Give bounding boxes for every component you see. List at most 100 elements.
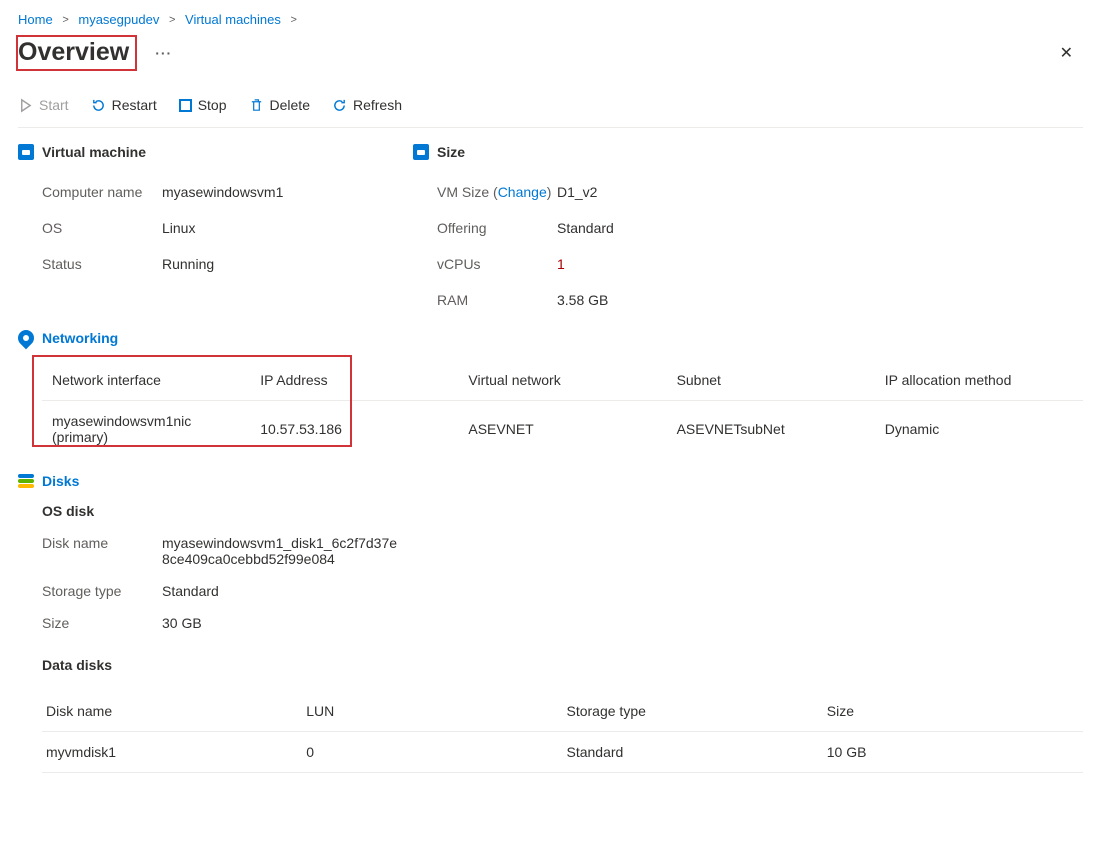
vnet-header: Virtual network bbox=[458, 360, 666, 401]
subnet-header: Subnet bbox=[667, 360, 875, 401]
computer-name-value: myasewindowsvm1 bbox=[162, 184, 283, 200]
networking-header-row: Network interface IP Address Virtual net… bbox=[42, 360, 1083, 401]
computer-name-row: Computer name myasewindowsvm1 bbox=[18, 174, 373, 210]
breadcrumb-resource[interactable]: myasegpudev bbox=[78, 12, 159, 27]
size-row: Size 30 GB bbox=[42, 607, 1083, 639]
page-title: Overview bbox=[16, 35, 137, 71]
network-icon bbox=[15, 327, 38, 350]
data-disk-storage-value: Standard bbox=[563, 732, 823, 773]
data-disk-lun-header: LUN bbox=[302, 691, 562, 732]
close-button[interactable]: ✕ bbox=[1050, 37, 1083, 69]
data-disk-row[interactable]: myvmdisk1 0 Standard 10 GB bbox=[42, 732, 1083, 773]
status-row: Status Running bbox=[18, 246, 373, 282]
chevron-right-icon: > bbox=[291, 14, 297, 26]
networking-section-header[interactable]: Networking bbox=[18, 330, 1083, 346]
title-wrap: Overview ··· bbox=[18, 35, 178, 71]
refresh-label: Refresh bbox=[353, 97, 402, 113]
disk-name-row: Disk name myasewindowsvm1_disk1_6c2f7d37… bbox=[42, 527, 1083, 575]
disks-section: OS disk Disk name myasewindowsvm1_disk1_… bbox=[42, 503, 1083, 773]
ram-row: RAM 3.58 GB bbox=[413, 282, 768, 318]
networking-section: Network interface IP Address Virtual net… bbox=[42, 360, 1083, 457]
disk-name-value: myasewindowsvm1_disk1_6c2f7d37e8ce409ca0… bbox=[162, 535, 402, 567]
data-disk-name-value: myvmdisk1 bbox=[42, 732, 302, 773]
delete-label: Delete bbox=[270, 97, 310, 113]
restart-button[interactable]: Restart bbox=[91, 97, 157, 113]
play-icon bbox=[18, 98, 33, 113]
storage-type-label: Storage type bbox=[42, 583, 162, 599]
page-header: Overview ··· ✕ bbox=[18, 35, 1083, 71]
offering-value: Standard bbox=[557, 220, 614, 236]
disk-size-value: 30 GB bbox=[162, 615, 202, 631]
vm-size-label: VM Size (Change) bbox=[437, 184, 557, 200]
vm-section-header: Virtual machine bbox=[18, 144, 373, 160]
disk-size-label: Size bbox=[42, 615, 162, 631]
data-disk-name-header: Disk name bbox=[42, 691, 302, 732]
data-disk-size-header: Size bbox=[823, 691, 1083, 732]
refresh-icon bbox=[332, 98, 347, 113]
vcpus-value: 1 bbox=[557, 256, 565, 272]
vm-section-title: Virtual machine bbox=[42, 144, 146, 160]
ram-label: RAM bbox=[437, 292, 557, 308]
more-actions-button[interactable]: ··· bbox=[149, 41, 178, 65]
alloc-header: IP allocation method bbox=[875, 360, 1083, 401]
data-disks-header: Data disks bbox=[42, 657, 1083, 673]
networking-title: Networking bbox=[42, 330, 118, 346]
storage-type-row: Storage type Standard bbox=[42, 575, 1083, 607]
chevron-right-icon: > bbox=[169, 14, 175, 26]
vm-size-label-close: ) bbox=[547, 184, 552, 200]
vnet-value: ASEVNET bbox=[458, 401, 666, 458]
size-section-title: Size bbox=[437, 144, 465, 160]
os-label: OS bbox=[42, 220, 162, 236]
stop-button[interactable]: Stop bbox=[179, 97, 227, 113]
nic-header: Network interface bbox=[42, 360, 250, 401]
vcpus-row: vCPUs 1 bbox=[413, 246, 768, 282]
disks-section-header[interactable]: Disks bbox=[18, 473, 1083, 489]
storage-type-value: Standard bbox=[162, 583, 219, 599]
stop-label: Stop bbox=[198, 97, 227, 113]
ip-value: 10.57.53.186 bbox=[250, 401, 458, 458]
restart-label: Restart bbox=[112, 97, 157, 113]
os-row: OS Linux bbox=[18, 210, 373, 246]
ip-header: IP Address bbox=[250, 360, 458, 401]
nic-value: myasewindowsvm1nic (primary) bbox=[42, 401, 250, 458]
vm-size-row: Virtual machine Computer name myasewindo… bbox=[18, 144, 1083, 318]
networking-table: Network interface IP Address Virtual net… bbox=[42, 360, 1083, 457]
status-label: Status bbox=[42, 256, 162, 272]
data-disk-storage-header: Storage type bbox=[563, 691, 823, 732]
size-icon bbox=[413, 144, 429, 160]
offering-label: Offering bbox=[437, 220, 557, 236]
virtual-machine-section: Virtual machine Computer name myasewindo… bbox=[18, 144, 373, 318]
subnet-value: ASEVNETsubNet bbox=[667, 401, 875, 458]
data-disk-size-value: 10 GB bbox=[823, 732, 1083, 773]
vm-size-label-pre: VM Size ( bbox=[437, 184, 498, 200]
start-button[interactable]: Start bbox=[18, 97, 69, 113]
os-disk-header: OS disk bbox=[42, 503, 1083, 519]
ram-value: 3.58 GB bbox=[557, 292, 608, 308]
data-disks-header-row: Disk name LUN Storage type Size bbox=[42, 691, 1083, 732]
data-disk-lun-value: 0 bbox=[302, 732, 562, 773]
stop-icon bbox=[179, 99, 192, 112]
offering-row: Offering Standard bbox=[413, 210, 768, 246]
trash-icon bbox=[249, 98, 264, 113]
vm-size-row: VM Size (Change) D1_v2 bbox=[413, 174, 768, 210]
networking-row[interactable]: myasewindowsvm1nic (primary) 10.57.53.18… bbox=[42, 401, 1083, 458]
refresh-button[interactable]: Refresh bbox=[332, 97, 402, 113]
restart-icon bbox=[91, 98, 106, 113]
delete-button[interactable]: Delete bbox=[249, 97, 310, 113]
breadcrumb-vms[interactable]: Virtual machines bbox=[185, 12, 281, 27]
disks-icon bbox=[18, 474, 34, 488]
chevron-right-icon: > bbox=[62, 14, 68, 26]
start-label: Start bbox=[39, 97, 69, 113]
size-section-header: Size bbox=[413, 144, 768, 160]
change-vm-size-link[interactable]: Change bbox=[498, 184, 547, 200]
vm-icon bbox=[18, 144, 34, 160]
os-value: Linux bbox=[162, 220, 195, 236]
breadcrumb-home[interactable]: Home bbox=[18, 12, 53, 27]
disks-title: Disks bbox=[42, 473, 79, 489]
size-section: Size VM Size (Change) D1_v2 Offering Sta… bbox=[413, 144, 768, 318]
computer-name-label: Computer name bbox=[42, 184, 162, 200]
data-disks-table: Disk name LUN Storage type Size myvmdisk… bbox=[42, 691, 1083, 773]
breadcrumb: Home > myasegpudev > Virtual machines > bbox=[18, 8, 1083, 33]
disk-name-label: Disk name bbox=[42, 535, 162, 567]
alloc-value: Dynamic bbox=[875, 401, 1083, 458]
